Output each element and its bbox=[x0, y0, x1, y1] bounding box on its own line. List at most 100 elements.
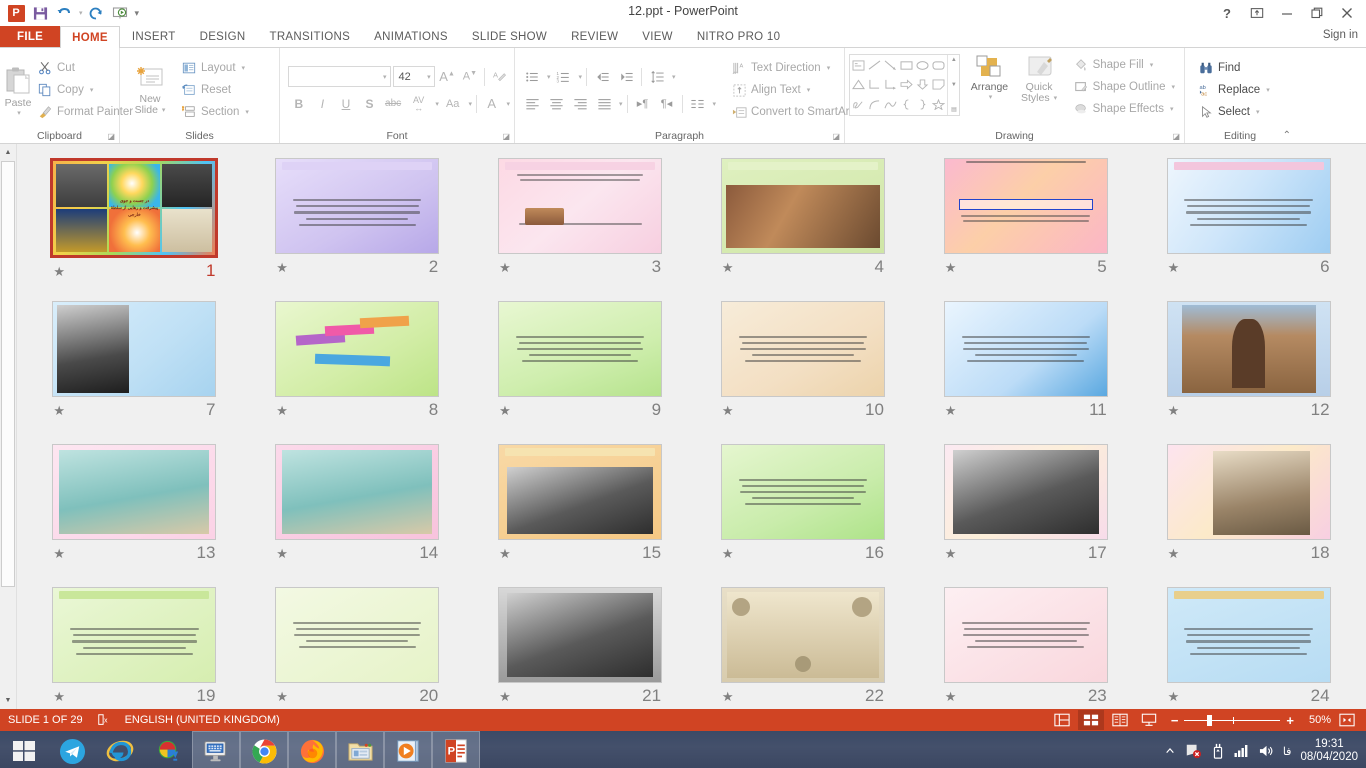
select-dropdown-icon[interactable]: ▾ bbox=[1256, 108, 1260, 116]
columns-button[interactable] bbox=[687, 93, 709, 114]
arrange-dropdown-icon[interactable]: ▾ bbox=[989, 93, 993, 101]
slide-animation-star-icon[interactable]: ★ bbox=[722, 261, 734, 274]
show-hidden-icons-button[interactable] bbox=[1165, 746, 1175, 756]
slide-animation-star-icon[interactable]: ★ bbox=[276, 261, 288, 274]
scroll-down-arrow[interactable]: ▼ bbox=[0, 692, 16, 709]
arrange-button[interactable]: Arrange ▾ bbox=[966, 54, 1012, 101]
zoom-in-button[interactable]: + bbox=[1286, 714, 1294, 727]
vertical-scrollbar[interactable]: ▲ ▼ bbox=[0, 144, 17, 709]
numbering-dropdown-icon[interactable]: ▾ bbox=[579, 73, 583, 81]
tab-transitions[interactable]: TRANSITIONS bbox=[258, 26, 363, 47]
slide-thumbnail-9[interactable]: ★9 bbox=[471, 297, 690, 440]
shape-outline-button[interactable]: Shape Outline ▾ bbox=[1068, 76, 1180, 97]
slide-thumbnail-1[interactable]: در جست و جویپیشرفت و رهایی از سلطهٔخارجی… bbox=[25, 154, 244, 297]
start-button[interactable] bbox=[0, 731, 48, 768]
shapes-scroll-up-icon[interactable]: ▲ bbox=[951, 56, 957, 64]
clock[interactable]: 19:31 08/04/2020 bbox=[1300, 738, 1358, 764]
remote-desktop-icon[interactable] bbox=[192, 731, 240, 768]
slide-thumbnail-image-21[interactable] bbox=[498, 587, 662, 683]
language-indicator-tray[interactable]: فا bbox=[1283, 745, 1292, 758]
shapes-gallery-more-icon[interactable]: ▤ bbox=[951, 106, 957, 114]
reading-view-button[interactable] bbox=[1107, 710, 1133, 730]
slide-thumbnail-2[interactable]: ★2 bbox=[248, 154, 467, 297]
slide-animation-star-icon[interactable]: ★ bbox=[1168, 404, 1180, 417]
bullets-dropdown-icon[interactable]: ▾ bbox=[547, 73, 551, 81]
shape-down-arrow-icon[interactable] bbox=[915, 75, 931, 94]
save-icon[interactable] bbox=[29, 2, 51, 24]
slide-thumbnail-6[interactable]: ★6 bbox=[1139, 154, 1358, 297]
numbering-button[interactable]: 123 bbox=[553, 66, 575, 87]
slide-thumbnail-image-22[interactable] bbox=[721, 587, 885, 683]
volume-icon[interactable] bbox=[1259, 744, 1274, 758]
replace-dropdown-icon[interactable]: ▾ bbox=[1266, 86, 1270, 94]
copy-dropdown-icon[interactable]: ▾ bbox=[90, 86, 94, 94]
shape-textbox-icon[interactable] bbox=[851, 56, 867, 75]
help-button[interactable]: ? bbox=[1212, 2, 1242, 24]
shape-arc-icon[interactable] bbox=[867, 95, 883, 114]
tab-slide-show[interactable]: SLIDE SHOW bbox=[460, 26, 559, 47]
slide-thumbnail-image-24[interactable] bbox=[1167, 587, 1331, 683]
clear-formatting-button[interactable]: A bbox=[489, 66, 510, 87]
slide-animation-star-icon[interactable]: ★ bbox=[53, 265, 65, 278]
section-button[interactable]: Section ▾ bbox=[176, 102, 254, 123]
redo-icon[interactable] bbox=[85, 2, 107, 24]
line-spacing-dropdown-icon[interactable]: ▾ bbox=[672, 73, 676, 81]
slide-thumbnail-image-11[interactable] bbox=[944, 301, 1108, 397]
slide-thumbnail-image-17[interactable] bbox=[944, 444, 1108, 540]
slide-thumbnail-image-12[interactable] bbox=[1167, 301, 1331, 397]
slide-thumbnail-8[interactable]: ★8 bbox=[248, 297, 467, 440]
slide-thumbnail-image-3[interactable] bbox=[498, 158, 662, 254]
text-shadow-button[interactable]: S bbox=[359, 93, 381, 114]
new-slide-button[interactable]: New Slide ▾ bbox=[124, 52, 176, 128]
decrease-font-size-button[interactable]: A▼ bbox=[459, 66, 480, 87]
justify-button[interactable] bbox=[593, 93, 615, 114]
line-spacing-button[interactable] bbox=[646, 66, 668, 87]
slide-thumbnail-18[interactable]: ★18 bbox=[1139, 440, 1358, 583]
slide-sorter-view-button[interactable] bbox=[1078, 710, 1104, 730]
shape-elbow-connector-icon[interactable] bbox=[867, 75, 883, 94]
signal-bars-icon[interactable] bbox=[1234, 744, 1250, 758]
zoom-slider[interactable]: − + bbox=[1171, 714, 1294, 727]
align-center-button[interactable] bbox=[545, 93, 567, 114]
slide-thumbnail-4[interactable]: ★4 bbox=[694, 154, 913, 297]
media-player-icon[interactable] bbox=[384, 731, 432, 768]
slide-thumbnail-image-6[interactable] bbox=[1167, 158, 1331, 254]
clipboard-dialog-launcher[interactable]: ◪ bbox=[107, 132, 115, 141]
scroll-up-arrow[interactable]: ▲ bbox=[0, 144, 16, 161]
slide-animation-star-icon[interactable]: ★ bbox=[722, 547, 734, 560]
italic-button[interactable]: I bbox=[312, 93, 334, 114]
slide-thumbnail-3[interactable]: ★3 bbox=[471, 154, 690, 297]
slide-thumbnail-image-15[interactable] bbox=[498, 444, 662, 540]
network-error-icon[interactable] bbox=[1184, 743, 1202, 759]
justify-dropdown-icon[interactable]: ▾ bbox=[619, 100, 623, 108]
undo-dropdown-icon[interactable]: ▾ bbox=[79, 9, 83, 17]
ribbon-display-options-button[interactable] bbox=[1242, 2, 1272, 24]
slide-animation-star-icon[interactable]: ★ bbox=[276, 547, 288, 560]
slide-thumbnail-7[interactable]: ★7 bbox=[25, 297, 244, 440]
slide-animation-star-icon[interactable]: ★ bbox=[1168, 547, 1180, 560]
change-case-button[interactable]: Aa bbox=[441, 93, 465, 114]
text-direction-dropdown-icon[interactable]: ▾ bbox=[827, 64, 831, 72]
file-explorer-icon[interactable] bbox=[336, 731, 384, 768]
slide-animation-star-icon[interactable]: ★ bbox=[722, 404, 734, 417]
character-spacing-button[interactable]: AV↔ bbox=[406, 93, 432, 114]
slide-animation-star-icon[interactable]: ★ bbox=[53, 547, 65, 560]
powerpoint-icon[interactable]: P bbox=[432, 731, 480, 768]
slide-animation-star-icon[interactable]: ★ bbox=[499, 547, 511, 560]
tab-home[interactable]: HOME bbox=[60, 26, 120, 48]
shape-line-icon[interactable] bbox=[867, 56, 883, 75]
tab-view[interactable]: VIEW bbox=[630, 26, 685, 47]
slide-thumbnail-15[interactable]: ★15 bbox=[471, 440, 690, 583]
shapes-gallery[interactable]: ▲ ▼ ▤ bbox=[849, 54, 960, 116]
font-name-dropdown-icon[interactable]: ▾ bbox=[383, 73, 387, 81]
internet-download-manager-icon[interactable] bbox=[144, 731, 192, 768]
slide-thumbnail-image-2[interactable] bbox=[275, 158, 439, 254]
close-button[interactable] bbox=[1332, 2, 1362, 24]
columns-dropdown-icon[interactable]: ▾ bbox=[713, 100, 717, 108]
slide-animation-star-icon[interactable]: ★ bbox=[945, 690, 957, 703]
normal-view-button[interactable] bbox=[1049, 710, 1075, 730]
slide-thumbnail-image-18[interactable] bbox=[1167, 444, 1331, 540]
shape-right-brace-icon[interactable] bbox=[915, 95, 931, 114]
fit-slide-to-window-button[interactable] bbox=[1334, 710, 1360, 730]
start-slideshow-icon[interactable] bbox=[109, 2, 131, 24]
